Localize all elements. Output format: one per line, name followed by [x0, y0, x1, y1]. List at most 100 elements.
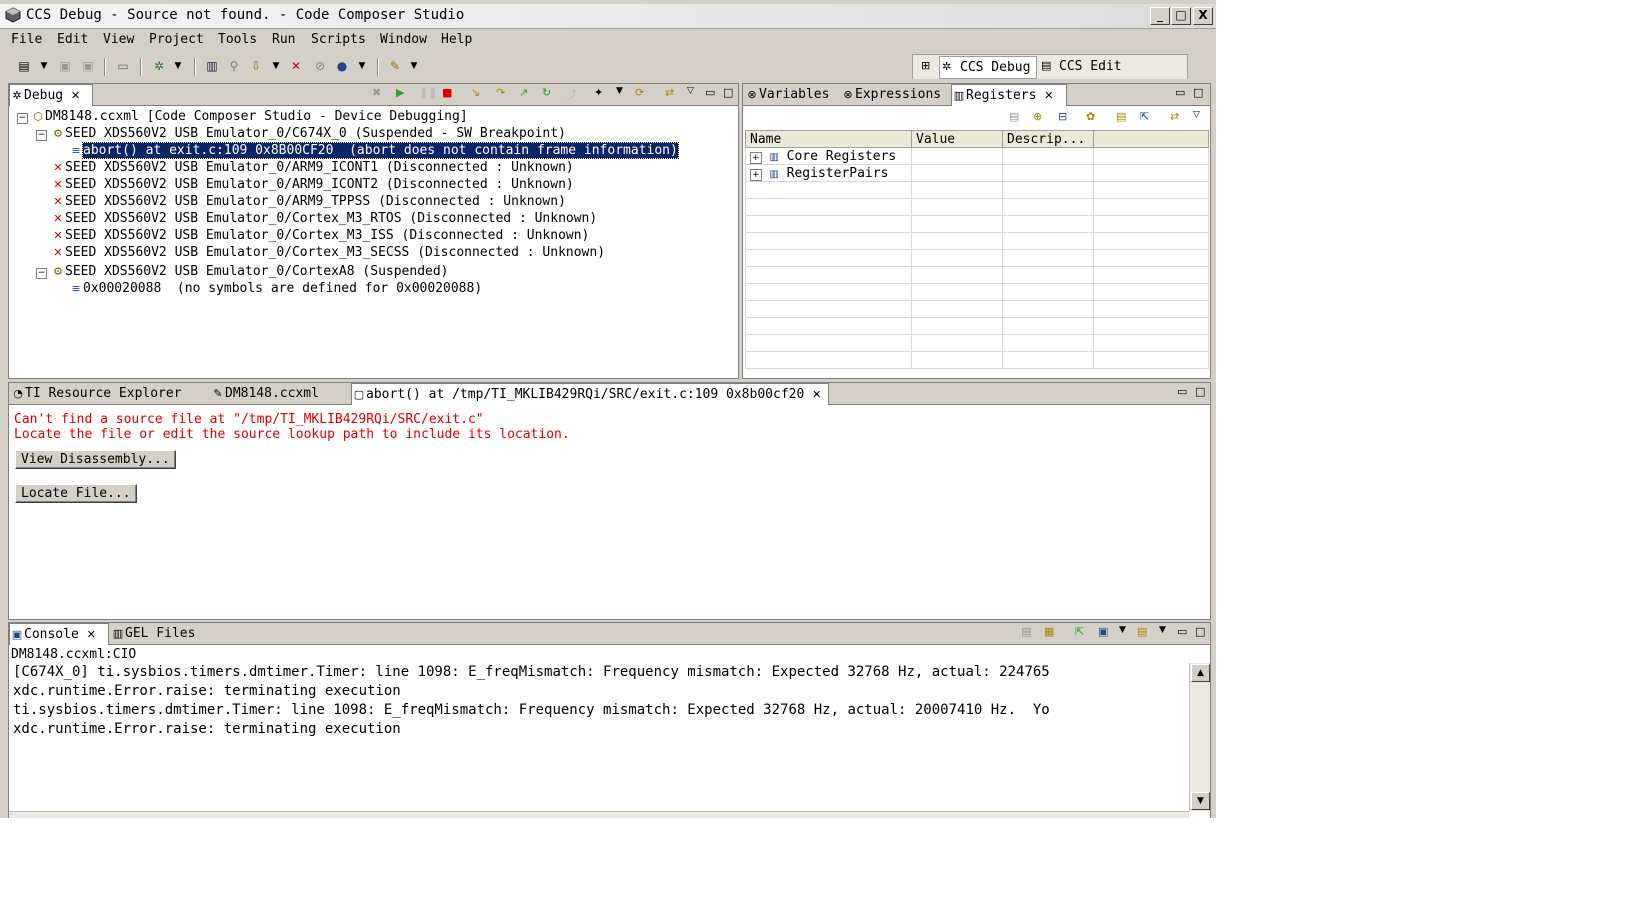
menu-edit[interactable]: Edit [57, 32, 88, 47]
step-into-icon[interactable]: ↘ [471, 86, 480, 99]
stack-frame-row[interactable]: ≡ 0x00020088 (no symbols are defined for … [69, 280, 482, 297]
tab-dm8148-ccxml[interactable]: ✎ DM8148.ccxml [211, 383, 349, 404]
menu-project[interactable]: Project [149, 32, 204, 47]
run-config-icon[interactable]: ● [334, 58, 350, 74]
tab-abort-source[interactable]: ▢ abort() at /tmp/TI_MKLIB429RQi/SRC/exit… [351, 383, 829, 405]
run-dropdown-icon[interactable]: ▼ [354, 58, 370, 74]
menu-view[interactable]: View [103, 32, 134, 47]
minimize-view-icon[interactable]: ▭ [1177, 625, 1187, 638]
display-console-dropdown-icon[interactable]: ▼ [1119, 625, 1126, 635]
terminate-icon[interactable]: ■ [442, 86, 452, 99]
tab-ti-resource-explorer[interactable]: ◔ TI Resource Explorer [11, 383, 207, 404]
perspective-ccs-debug[interactable]: ✲ CCS Debug [939, 56, 1037, 79]
collapse-icon[interactable]: − [36, 130, 47, 141]
debug-core-row[interactable]: ✕ SEED XDS560V2 USB Emulator_0/ARM9_ICONT… [51, 176, 573, 193]
remove-breakpoints-icon[interactable]: ✕ [288, 58, 304, 74]
menu-help[interactable]: Help [441, 32, 472, 47]
open-perspective-icon[interactable]: ⊞ [921, 59, 930, 72]
clear-console-icon[interactable]: ▤ [1021, 625, 1031, 638]
refresh-icon[interactable]: ⇄ [665, 86, 674, 99]
close-button[interactable]: X [1193, 7, 1213, 25]
assembly-step-icon[interactable]: ↻ [542, 86, 551, 99]
debug-core-row[interactable]: ✕ SEED XDS560V2 USB Emulator_0/Cortex_M3_… [51, 227, 589, 244]
view-menu-icon[interactable]: ▽ [1193, 110, 1200, 120]
debug-icon[interactable]: ✲ [151, 58, 167, 74]
tab-variables[interactable]: ⊗ Variables [745, 84, 839, 105]
column-header-name[interactable]: Name [745, 130, 912, 148]
console-vertical-scrollbar[interactable]: ▲ ▼ [1189, 663, 1210, 811]
menu-scripts[interactable]: Scripts [311, 32, 366, 47]
print-icon[interactable]: ▭ [115, 58, 131, 74]
connect-icon[interactable]: ⚲ [226, 58, 242, 74]
menu-run[interactable]: Run [272, 32, 295, 47]
table-row[interactable]: + ▥ Core Registers [745, 147, 1209, 165]
sync-icon[interactable]: ⇄ [1170, 110, 1179, 123]
open-console-icon[interactable]: ▤ [1137, 625, 1147, 638]
close-tab-icon[interactable]: ✕ [71, 89, 80, 102]
pin-console-icon[interactable]: ⇱ [1075, 625, 1084, 638]
debug-core-row[interactable]: ⚙ SEED XDS560V2 USB Emulator_0/CortexA8 (… [51, 263, 448, 280]
target-icon[interactable]: ▥ [204, 58, 220, 74]
scroll-up-icon[interactable]: ▲ [1191, 664, 1210, 682]
export-icon[interactable]: ⇱ [1140, 110, 1149, 123]
perspective-ccs-edit[interactable]: CCS Edit [1059, 59, 1122, 74]
collapse-icon[interactable]: − [36, 268, 47, 279]
minimize-view-icon[interactable]: ▭ [705, 86, 715, 99]
expand-icon[interactable]: + [750, 151, 762, 164]
reset-icon[interactable]: ✦ [594, 86, 603, 99]
minimize-button[interactable]: _ [1150, 7, 1170, 25]
drop-to-frame-icon[interactable]: ⤴ [566, 86, 577, 102]
pin-icon[interactable]: ✎ [387, 58, 403, 74]
close-tab-icon[interactable]: ✕ [812, 388, 821, 401]
collapse-all-icon[interactable]: ⊟ [1058, 110, 1067, 123]
step-return-icon[interactable]: ↗ [519, 86, 528, 99]
expand-icon[interactable]: + [750, 168, 762, 181]
tab-expressions[interactable]: ⊗ Expressions [841, 84, 949, 105]
maximize-view-icon[interactable]: □ [1193, 86, 1203, 99]
debug-core-row[interactable]: ✕ SEED XDS560V2 USB Emulator_0/ARM9_TPPSS… [51, 193, 566, 210]
debug-core-row[interactable]: ✕ SEED XDS560V2 USB Emulator_0/Cortex_M3_… [51, 210, 597, 227]
tab-registers[interactable]: ▥ Registers ✕ [951, 84, 1067, 106]
collapse-icon[interactable]: − [17, 113, 28, 124]
minimize-view-icon[interactable]: ▭ [1177, 385, 1187, 398]
menu-file[interactable]: File [11, 32, 42, 47]
column-header-description[interactable]: Descrip... [1002, 130, 1094, 148]
new-view-icon[interactable]: ▤ [1116, 110, 1126, 123]
resume-icon[interactable]: ▶ [396, 86, 404, 99]
tab-debug[interactable]: ✲ Debug ✕ [9, 84, 93, 106]
debug-root[interactable]: ⬡ DM8148.ccxml [Code Composer Studio - De… [31, 108, 467, 125]
close-tab-icon[interactable]: ✕ [1044, 89, 1053, 102]
step-over-icon[interactable]: ↷ [496, 86, 505, 99]
load-program-icon[interactable]: ⇩ [248, 58, 264, 74]
close-tab-icon[interactable]: ✕ [87, 628, 96, 641]
pin-dropdown-icon[interactable]: ▼ [406, 58, 422, 74]
scroll-down-icon[interactable]: ▼ [1191, 792, 1210, 810]
debug-core-row[interactable]: ✕ SEED XDS560V2 USB Emulator_0/ARM9_ICONT… [51, 159, 573, 176]
maximize-view-icon[interactable]: □ [723, 86, 733, 99]
reset-dropdown-icon[interactable]: ▼ [616, 86, 623, 96]
suspend-icon[interactable]: ❚❚ [419, 86, 437, 99]
debug-core-row[interactable]: ✕ SEED XDS560V2 USB Emulator_0/Cortex_M3_… [51, 244, 605, 261]
debug-core-row[interactable]: ⚙ SEED XDS560V2 USB Emulator_0/C674X_0 (S… [51, 125, 566, 142]
table-row[interactable]: + ▥ RegisterPairs [745, 164, 1209, 182]
view-menu-icon[interactable]: ▽ [687, 86, 694, 96]
new-register-group-icon[interactable]: ▤ [1009, 110, 1019, 123]
console-horizontal-scrollbar[interactable] [9, 811, 1189, 818]
maximize-view-icon[interactable]: □ [1195, 385, 1205, 398]
minimize-view-icon[interactable]: ▭ [1175, 86, 1185, 99]
menu-window[interactable]: Window [380, 32, 427, 47]
save-icon[interactable]: ▣ [57, 58, 73, 74]
new-icon[interactable]: ▤ [16, 58, 32, 74]
refresh-registers-icon[interactable]: ✿ [1086, 110, 1095, 123]
tab-console[interactable]: ▣ Console ✕ [9, 623, 109, 645]
view-disassembly-button[interactable]: View Disassembly... [15, 450, 176, 469]
remove-terminated-icon[interactable]: ✖ [372, 86, 381, 99]
console-output[interactable]: [C674X_0] ti.sysbios.timers.dmtimer.Time… [9, 663, 1189, 813]
tab-gel-files[interactable]: ▥ GEL Files [111, 623, 205, 644]
expand-all-icon[interactable]: ⊕ [1033, 110, 1042, 123]
scroll-lock-icon[interactable]: ▦ [1044, 625, 1054, 638]
load-dropdown-icon[interactable]: ▼ [268, 58, 284, 74]
open-console-dropdown-icon[interactable]: ▼ [1159, 625, 1166, 635]
menu-tools[interactable]: Tools [218, 32, 257, 47]
column-header-value[interactable]: Value [911, 130, 1003, 148]
